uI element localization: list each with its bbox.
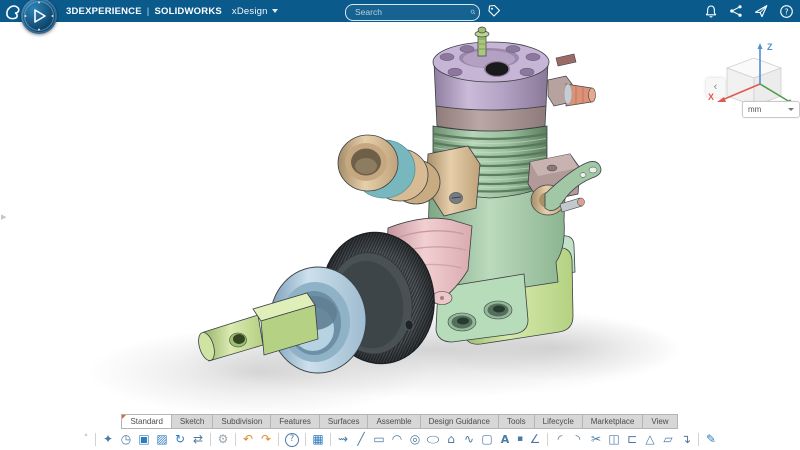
toolbar-divider	[305, 433, 306, 446]
brand-3dexperience: 3DEXPERIENCE	[66, 6, 142, 17]
tab-design-guidance[interactable]: Design Guidance	[420, 414, 499, 430]
save-icon[interactable]: ▣	[135, 430, 153, 449]
slot-icon[interactable]: ▢	[478, 430, 496, 449]
brand-solidworks: SOLIDWORKS	[154, 6, 221, 17]
tab-tools[interactable]: Tools	[498, 414, 535, 430]
tab-marketplace[interactable]: Marketplace	[582, 414, 644, 430]
tab-standard[interactable]: Standard	[121, 414, 171, 430]
left-panel-expander[interactable]: ▸	[1, 212, 7, 223]
history-icon[interactable]: ◷	[117, 430, 135, 449]
toolbar-divider	[95, 433, 96, 446]
point-icon[interactable]: ▪	[514, 430, 526, 449]
view-cube[interactable]: Z X Y	[702, 38, 798, 135]
help-circle-icon[interactable]: ?	[779, 4, 794, 19]
tab-sketch[interactable]: Sketch	[171, 414, 213, 430]
global-search[interactable]	[345, 4, 480, 21]
toolbar-divider	[698, 433, 699, 446]
toolbar-collapse-icon[interactable]: ˄	[80, 430, 92, 449]
toolbar-divider	[547, 433, 548, 446]
toolbar-divider	[210, 433, 211, 446]
tab-subdivision[interactable]: Subdivision	[212, 414, 271, 430]
ribbon-tab-bar: StandardSketchSubdivisionFeaturesSurface…	[0, 413, 800, 429]
units-value: mm	[748, 105, 761, 114]
sync-icon[interactable]: ↻	[171, 430, 189, 449]
toolbar-divider	[330, 433, 331, 446]
mirror-pattern-icon[interactable]: ◫	[605, 430, 623, 449]
fuel-nipple[interactable]	[548, 76, 596, 106]
tab-view[interactable]: View	[642, 414, 677, 430]
toolbar-divider	[235, 433, 236, 446]
rectangle-icon[interactable]: ▭	[370, 430, 388, 449]
fillet-icon[interactable]: ◜	[551, 430, 569, 449]
tab-assemble[interactable]: Assemble	[367, 414, 420, 430]
3d-box-icon[interactable]: ▱	[659, 430, 677, 449]
help-icon[interactable]: ?	[285, 433, 299, 447]
toolbar-divider	[278, 433, 279, 446]
brand-title: 3DEXPERIENCE | SOLIDWORKS xDesign	[66, 0, 278, 22]
tag-icon[interactable]	[487, 4, 501, 23]
tab-lifecycle[interactable]: Lifecycle	[534, 414, 583, 430]
import-export-icon[interactable]: ⇄	[189, 430, 207, 449]
chamfer-icon[interactable]: ◝	[569, 430, 587, 449]
bottom-ribbon: StandardSketchSubdivisionFeaturesSurface…	[0, 413, 800, 450]
arc-icon[interactable]: ◠	[388, 430, 406, 449]
settings-gear-icon[interactable]: ⚙	[214, 430, 232, 449]
sketch-grid-icon[interactable]: ▦	[309, 430, 327, 449]
3dexperience-compass[interactable]	[21, 0, 57, 34]
app-switcher-caret-icon[interactable]	[272, 9, 278, 13]
edit-sketch-icon[interactable]: ✎	[702, 430, 720, 449]
svg-text:X[interactable]: X	[708, 92, 714, 102]
svg-text:Z[interactable]: Z	[767, 42, 773, 52]
send-feedback-icon[interactable]	[754, 4, 768, 18]
text-icon[interactable]: A	[496, 430, 514, 449]
line-icon[interactable]: ╱	[352, 430, 370, 449]
engine-model[interactable]	[0, 22, 800, 413]
undo-icon[interactable]: ↶	[239, 430, 257, 449]
share-icon[interactable]	[729, 4, 743, 18]
polygon-icon[interactable]: ⌂	[442, 430, 460, 449]
offset-icon[interactable]: ⊏	[623, 430, 641, 449]
construction-geometry-icon[interactable]: △	[641, 430, 659, 449]
redo-icon[interactable]: ↷	[257, 430, 275, 449]
top-bar: 3DEXPERIENCE | SOLIDWORKS xDesign	[0, 0, 800, 22]
convert-entities-icon[interactable]: ⇝	[334, 430, 352, 449]
spline-icon[interactable]: ∿	[460, 430, 478, 449]
polyline-icon[interactable]: ∠	[526, 430, 544, 449]
notifications-bell-icon[interactable]	[704, 4, 718, 19]
project-curve-icon[interactable]: ↴	[677, 430, 695, 449]
save-as-icon[interactable]: ▨	[153, 430, 171, 449]
units-caret-icon	[788, 108, 794, 111]
tab-surfaces[interactable]: Surfaces	[319, 414, 369, 430]
circle-icon[interactable]: ◎	[406, 430, 424, 449]
svg-text:?: ?	[784, 7, 788, 16]
3ds-logo	[4, 3, 22, 25]
search-icon[interactable]	[470, 5, 476, 19]
toolbar: ˄ ✦◷▣▨↻⇄ ⚙ ↶↷? ▦ ⇝╱▭◠◎◯⌂∿▢A▪∠ ◜◝✂◫⊏△▱↴ ✎	[0, 429, 800, 450]
new-3d-shape-icon[interactable]: ✦	[99, 430, 117, 449]
search-input[interactable]	[346, 7, 470, 17]
tab-features[interactable]: Features	[270, 414, 320, 430]
app-name[interactable]: xDesign	[232, 6, 268, 17]
ellipse-icon[interactable]: ◯	[424, 434, 442, 446]
units-dropdown[interactable]: mm	[742, 101, 800, 118]
trim-icon[interactable]: ✂	[587, 430, 605, 449]
viewport-3d[interactable]: ▸ ‹ Z X Y mm	[0, 22, 800, 413]
